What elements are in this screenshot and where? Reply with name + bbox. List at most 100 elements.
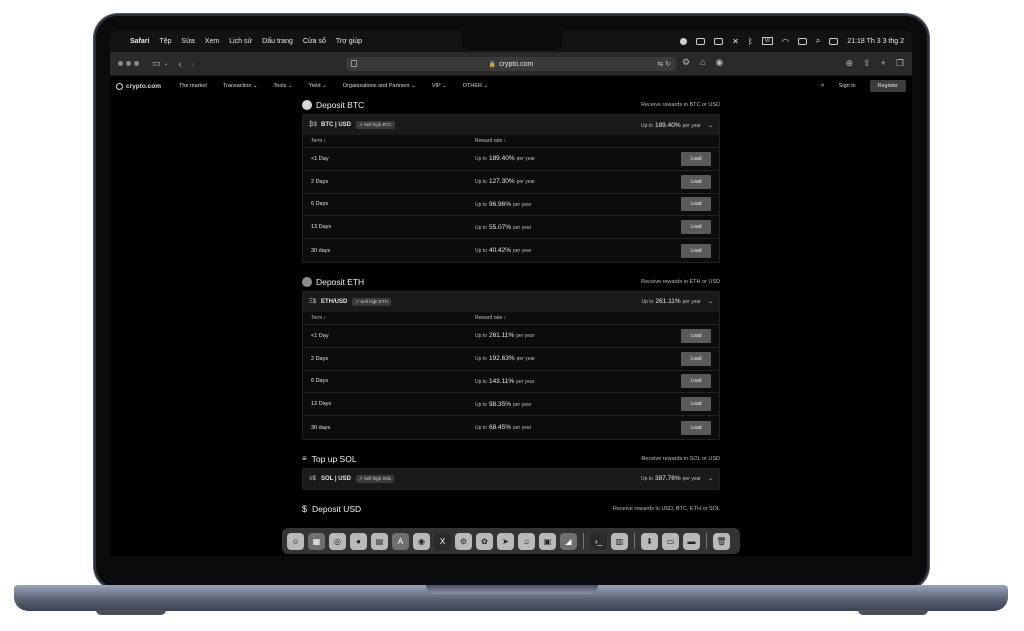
notes-icon[interactable]: ▤	[371, 532, 388, 550]
window-dot[interactable]	[118, 61, 123, 66]
load-button[interactable]: Load	[681, 174, 711, 189]
reward-rate-cell: Up to 189.40% per year	[475, 155, 535, 162]
bluetooth-icon[interactable]: ᛒ	[748, 37, 753, 46]
column-reward-rate[interactable]: Reward rate ↕	[475, 138, 506, 144]
wifi-icon[interactable]: ◠	[782, 37, 789, 46]
window-dot[interactable]	[126, 61, 131, 66]
nav-the-market[interactable]: The market	[179, 83, 207, 89]
chevron-down-icon[interactable]: ⌄	[708, 122, 713, 129]
reward-rate-cell: Up to 96.96% per year	[475, 201, 531, 208]
window-icon[interactable]	[696, 37, 706, 45]
input-language-badge[interactable]: VI	[761, 37, 773, 45]
nav-vip[interactable]: VIP ⌄	[432, 83, 447, 89]
address-bar[interactable]: 🔒 crypto.com ⇆ ↻	[346, 57, 676, 71]
capcut-icon[interactable]: ◢	[560, 532, 577, 550]
messages-icon[interactable]: ●	[350, 532, 367, 550]
safari-icon[interactable]: ◎	[329, 532, 346, 550]
launchpad-icon[interactable]: ▦	[308, 532, 325, 550]
chevron-down-icon[interactable]: ⌄	[164, 60, 169, 67]
menu-safari[interactable]: Safari	[130, 38, 149, 45]
menu-view[interactable]: Xem	[205, 38, 219, 45]
load-button[interactable]: Load	[681, 351, 711, 366]
column-term[interactable]: Term ↕	[311, 138, 475, 144]
new-tab-icon[interactable]: +	[881, 58, 886, 69]
nav-transaction[interactable]: Transaction ⌄	[223, 83, 258, 89]
load-button[interactable]: Load	[681, 220, 711, 235]
per-year-label: per year	[682, 299, 701, 306]
screen-icon[interactable]	[714, 37, 724, 45]
trash-icon[interactable]: 🗑	[713, 532, 730, 550]
photos-icon[interactable]: ✿	[476, 532, 493, 550]
column-reward-rate[interactable]: Reward rate ↕	[475, 315, 506, 321]
folder-icon[interactable]: ▭	[662, 532, 679, 550]
nav-yield[interactable]: Yield ⌄	[309, 83, 327, 89]
max-rate: Up to 387.76% per year	[641, 475, 701, 482]
share-icon[interactable]: ⇪	[863, 58, 871, 69]
chevron-down-icon: ⌄	[252, 83, 258, 89]
load-button[interactable]: Load	[681, 397, 711, 412]
pair-header[interactable]: ≡$ SOL | USD ↗ Sell high SOL Up to 387.76…	[303, 468, 719, 489]
chevron-down-icon: ⌄	[483, 83, 489, 89]
back-icon[interactable]: ‹	[179, 59, 182, 69]
forward-icon[interactable]: ›	[192, 59, 195, 69]
chrome-icon[interactable]: ◉	[413, 532, 430, 550]
window-dot[interactable]	[134, 61, 139, 66]
nav-tools[interactable]: Tools ⌄	[274, 83, 293, 89]
chevron-down-icon[interactable]: ⌄	[708, 298, 713, 305]
finder-icon[interactable]: ☺	[287, 532, 304, 550]
tabs-overview-icon[interactable]: ❐	[896, 58, 904, 69]
battery-icon[interactable]	[797, 37, 807, 45]
extension-icon[interactable]: ⚙	[682, 57, 690, 68]
menu-window[interactable]: Cửa sổ	[303, 38, 326, 45]
settings-icon[interactable]: ⚙	[455, 532, 472, 550]
download-icon[interactable]: ⊕	[846, 58, 854, 69]
load-button[interactable]: Load	[681, 243, 711, 258]
terminal-icon[interactable]: ›_	[590, 532, 607, 550]
spotlight-icon[interactable]: ⌕	[816, 36, 820, 46]
page-menu-icon[interactable]	[351, 60, 357, 67]
nav-organizations[interactable]: Organizations and Partners ⌄	[343, 83, 416, 89]
pair-header[interactable]: Ξ$ ETH/USD ↗ Sell high ETH Up to 261.11% p…	[303, 291, 719, 312]
home-icon[interactable]: ⌂	[700, 57, 705, 68]
section-title: Top up SOL	[311, 453, 357, 464]
load-button[interactable]: Load	[681, 197, 711, 212]
register-button[interactable]: Register	[869, 80, 906, 92]
section-title: Deposit ETH	[316, 276, 365, 287]
translate-icon[interactable]: ⇆ ↻	[657, 60, 671, 68]
load-button[interactable]: Load	[681, 374, 711, 389]
search-icon[interactable]: ⌕	[821, 82, 825, 90]
pair-header[interactable]: ₿$ BTC | USD ↗ Sell high BTC Up to 189.40…	[303, 115, 719, 135]
load-button[interactable]: Load	[681, 151, 711, 166]
reward-rate-cell: Up to 55.07% per year	[475, 224, 531, 231]
menu-bookmarks[interactable]: Dấu trang	[262, 38, 293, 45]
column-term[interactable]: Term ↕	[311, 315, 475, 321]
sidebar-icon[interactable]: ▭	[152, 58, 161, 69]
up-to-label: Up to	[475, 333, 487, 340]
preview-icon[interactable]: ▣	[539, 532, 556, 550]
control-center-icon[interactable]	[829, 37, 839, 45]
menu-file[interactable]: Tệp	[159, 38, 171, 45]
sign-in-link[interactable]: Sign in	[839, 83, 856, 89]
screenshots-icon[interactable]: ▬	[683, 532, 700, 550]
telegram-icon[interactable]: ➤	[497, 532, 514, 550]
menu-edit[interactable]: Sửa	[182, 38, 195, 45]
load-button[interactable]: Load	[681, 420, 711, 435]
music-icon[interactable]: ♫	[518, 532, 535, 550]
x-icon[interactable]: X	[434, 532, 451, 550]
user-icon[interactable]	[680, 37, 688, 45]
downloads-icon[interactable]: ⬇	[641, 532, 658, 550]
menu-history[interactable]: Lịch sử	[229, 38, 252, 45]
laptop-base-lip	[426, 585, 598, 594]
clock[interactable]: 21:18 Th 3 3 thg 2	[847, 38, 904, 45]
appstore-icon[interactable]: A	[392, 532, 409, 550]
iterm-icon[interactable]: ▥	[611, 532, 628, 550]
site-logo[interactable]: crypto.com	[116, 82, 161, 90]
mute-icon[interactable]: ✕	[732, 37, 739, 46]
nav-other[interactable]: OTHER ⌄	[463, 83, 488, 89]
load-button[interactable]: Load	[681, 328, 711, 343]
per-year-label: per year	[516, 378, 535, 385]
per-year-label: per year	[513, 425, 532, 432]
menu-help[interactable]: Trợ giúp	[336, 38, 362, 45]
chevron-down-icon[interactable]: ⌄	[708, 475, 713, 482]
extension2-icon[interactable]: ◉	[716, 57, 724, 68]
